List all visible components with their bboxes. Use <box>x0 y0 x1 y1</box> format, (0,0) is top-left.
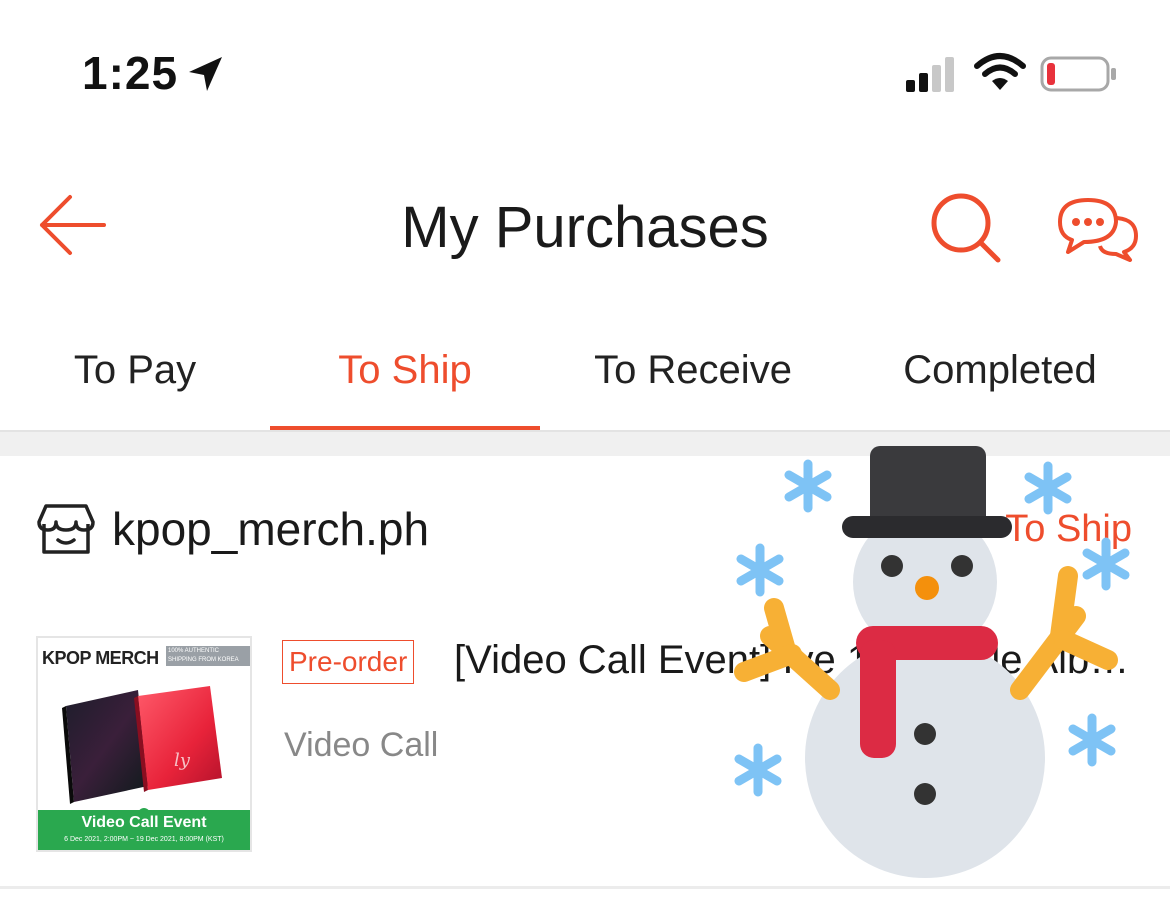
product-thumbnail[interactable]: KPOP MERCH 100% AUTHENTIC SHIPPING FROM … <box>36 636 252 852</box>
shop-name[interactable]: kpop_merch.ph <box>112 502 429 556</box>
thumbnail-tagline: 100% AUTHENTIC SHIPPING FROM KOREA <box>166 646 250 666</box>
tab-to-ship[interactable]: To Ship <box>270 310 540 432</box>
product-variation: Video Call <box>284 726 439 764</box>
tab-to-pay[interactable]: To Pay <box>0 310 270 432</box>
status-time: 1:25 <box>82 47 179 99</box>
tab-to-receive[interactable]: To Receive <box>540 310 846 432</box>
product-title[interactable]: [Video Call Event] Ive 1st Single Album <box>454 638 1144 683</box>
album-cover-image: ly <box>62 686 222 804</box>
order-status-label: To Ship <box>1005 508 1132 550</box>
tab-completed[interactable]: Completed <box>846 310 1154 432</box>
thumbnail-brand: KPOP MERCH <box>42 648 159 668</box>
battery-low-icon <box>1040 56 1116 92</box>
thumbnail-banner-date: 6 Dec 2021, 2:00PM ~ 19 Dec 2021, 8:00PM… <box>64 836 224 843</box>
card-bottom-divider <box>0 886 1170 889</box>
order-tabs: To Pay To Ship To Receive Completed <box>0 310 1170 432</box>
order-card[interactable]: kpop_merch.ph To Ship KPOP MERCH 100% AU… <box>0 456 1170 890</box>
thumbnail-banner: Video Call Event 6 Dec 2021, 2:00PM ~ 19… <box>38 810 250 850</box>
wifi-icon <box>974 53 1026 90</box>
chat-icon[interactable] <box>1058 196 1138 262</box>
shop-icon <box>37 504 95 554</box>
preorder-badge: Pre-order <box>282 640 415 684</box>
svg-text:ly: ly <box>174 750 191 771</box>
app-header: My Purchases <box>0 150 1170 300</box>
section-divider <box>0 430 1170 456</box>
location-arrow-icon <box>189 57 222 91</box>
status-bar: 1:25 <box>0 0 1170 150</box>
cellular-signal-icon <box>906 57 954 92</box>
thumbnail-banner-title: Video Call Event <box>81 814 207 831</box>
search-icon[interactable] <box>928 190 1002 264</box>
